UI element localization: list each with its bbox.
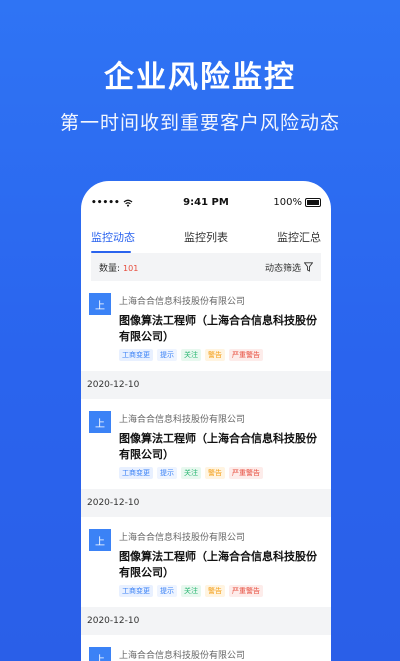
tag-severe-warning: 严重警告 — [229, 349, 263, 361]
tag-business-change: 工商变更 — [119, 585, 153, 597]
tag-business-change: 工商变更 — [119, 349, 153, 361]
filter-bar: 数量: 101 动态筛选 — [91, 253, 321, 281]
date-divider: 2020-12-10 — [81, 607, 331, 635]
company-name: 上海合合信息科技股份有限公司 — [119, 533, 246, 543]
date-divider: 2020-12-10 — [81, 489, 331, 517]
date-divider: 2020-12-10 — [81, 371, 331, 399]
company-name: 上海合合信息科技股份有限公司 — [119, 415, 246, 425]
item-title: 图像算法工程师（上海合合信息科技股份有限公司） — [119, 314, 317, 343]
list-item[interactable]: 上 上海合合信息科技股份有限公司 图像算法工程师（上海合合信息科技股份有限公司）… — [81, 399, 331, 489]
tag-warning: 警告 — [205, 467, 225, 479]
company-avatar: 上 — [89, 529, 111, 551]
tab-monitor-feed[interactable]: 监控动态 — [91, 223, 135, 253]
dynamic-filter-button[interactable]: 动态筛选 — [265, 261, 313, 274]
active-tab-indicator — [91, 251, 131, 253]
battery-percent: 100% — [273, 197, 302, 208]
tag-notice: 提示 — [157, 585, 177, 597]
item-title: 图像算法工程师（上海合合信息科技股份有限公司） — [119, 432, 317, 461]
count-value: 101 — [123, 263, 139, 273]
company-name: 上海合合信息科技股份有限公司 — [119, 297, 246, 307]
list-item[interactable]: 上 上海合合信息科技股份有限公司 — [81, 635, 331, 661]
hero-subtitle: 第一时间收到重要客户风险动态 — [59, 112, 340, 134]
tag-notice: 提示 — [157, 349, 177, 361]
tag-attention: 关注 — [181, 467, 201, 479]
count-label: 数量: — [99, 263, 121, 274]
hero-title: 企业风险监控 — [104, 60, 296, 95]
tab-bar: 监控动态 监控列表 监控汇总 — [81, 223, 331, 253]
battery-icon — [305, 198, 321, 207]
list-item[interactable]: 上 上海合合信息科技股份有限公司 图像算法工程师（上海合合信息科技股份有限公司）… — [81, 517, 331, 607]
item-title: 图像算法工程师（上海合合信息科技股份有限公司） — [119, 550, 317, 579]
company-name: 上海合合信息科技股份有限公司 — [119, 651, 246, 661]
tag-warning: 警告 — [205, 349, 225, 361]
tag-notice: 提示 — [157, 467, 177, 479]
tag-attention: 关注 — [181, 349, 201, 361]
company-avatar: 上 — [89, 411, 111, 433]
company-avatar: 上 — [89, 293, 111, 315]
tag-business-change: 工商变更 — [119, 467, 153, 479]
tab-monitor-list[interactable]: 监控列表 — [184, 223, 228, 253]
tag-severe-warning: 严重警告 — [229, 585, 263, 597]
company-avatar: 上 — [89, 647, 111, 661]
tab-monitor-summary[interactable]: 监控汇总 — [277, 223, 321, 253]
status-bar: ••••• 9:41 PM 100% — [81, 181, 331, 223]
tag-attention: 关注 — [181, 585, 201, 597]
count-display: 数量: 101 — [99, 261, 138, 274]
phone-screen: ••••• 9:41 PM 100% 监控动态 监控列表 监控汇总 数量: 101… — [81, 181, 331, 661]
tag-warning: 警告 — [205, 585, 225, 597]
tag-severe-warning: 严重警告 — [229, 467, 263, 479]
funnel-icon — [304, 262, 313, 272]
filter-label: 动态筛选 — [264, 263, 301, 274]
list-item[interactable]: 上 上海合合信息科技股份有限公司 图像算法工程师（上海合合信息科技股份有限公司）… — [81, 281, 331, 371]
